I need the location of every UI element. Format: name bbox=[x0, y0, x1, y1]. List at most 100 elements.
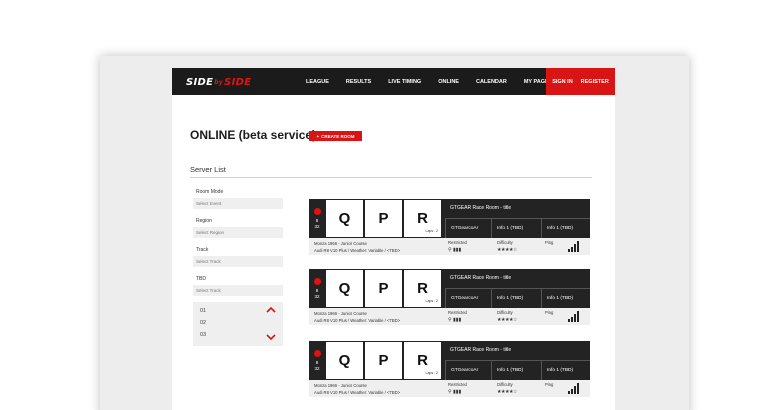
room-card-footer: Monza 1966 - Junior Course Audi R8 V10 P… bbox=[309, 380, 590, 397]
race-label: R bbox=[417, 352, 428, 369]
room-title: GTGEAR Race Room - title bbox=[450, 347, 512, 353]
player-count-max: 32 bbox=[314, 293, 320, 299]
section-divider bbox=[190, 177, 592, 178]
player-count: 8 32 bbox=[309, 269, 325, 308]
number-stepper-list: 01 02 03 bbox=[193, 302, 283, 346]
site-logo[interactable]: SIDE by SIDE bbox=[186, 75, 251, 89]
nav-league[interactable]: LEAGUE bbox=[306, 79, 329, 85]
laps-count: Laps : 2 bbox=[425, 299, 438, 303]
race-label: R bbox=[417, 210, 428, 227]
list-item[interactable]: 01 bbox=[200, 308, 206, 314]
list-item[interactable]: 02 bbox=[200, 320, 206, 326]
room-host: GTGearcoAr bbox=[445, 219, 491, 238]
restriction-icons: ⚲ ▮▮▮ bbox=[448, 247, 462, 253]
room-info-1: Info 1 (TBD) bbox=[491, 361, 541, 380]
restriction-icons: ⚲ ▮▮▮ bbox=[448, 389, 462, 395]
list-item[interactable]: 03 bbox=[200, 332, 206, 338]
track-info: Monza 1966 - Junior Course Audi R8 V10 P… bbox=[314, 311, 400, 324]
practice-box: P bbox=[365, 342, 403, 379]
difficulty-stars: ★★★★☆ bbox=[497, 247, 517, 253]
restriction-icons: ⚲ ▮▮▮ bbox=[448, 317, 462, 323]
race-label: R bbox=[417, 280, 428, 297]
auth-area: SIGN IN REGISTER bbox=[546, 68, 615, 95]
practice-box: P bbox=[365, 270, 403, 307]
helmet-icon bbox=[313, 349, 321, 357]
difficulty-label: Difficulty bbox=[497, 240, 513, 245]
qualifying-box: Q bbox=[326, 200, 364, 237]
player-count-max: 32 bbox=[314, 223, 320, 229]
track-info: Monza 1966 - Junior Course Audi R8 V10 P… bbox=[314, 241, 400, 254]
room-info-2: Info 1 (TBD) bbox=[541, 289, 590, 308]
player-count: 8 32 bbox=[309, 341, 325, 380]
nav-live-timing[interactable]: LIVE TIMING bbox=[388, 79, 421, 85]
practice-box: P bbox=[365, 200, 403, 237]
chevron-down-icon[interactable] bbox=[266, 333, 276, 341]
filter-label-track: Track bbox=[196, 247, 209, 253]
race-box: R Laps : 2 bbox=[404, 270, 442, 307]
track-info: Monza 1966 - Junior Course Audi R8 V10 P… bbox=[314, 383, 400, 396]
region-select[interactable]: Select Region bbox=[193, 227, 283, 238]
difficulty-stars: ★★★★☆ bbox=[497, 389, 517, 395]
room-card[interactable]: 8 32 Q P R Laps : 2 GTGEAR Race Room - t… bbox=[309, 199, 590, 255]
register-link[interactable]: REGISTER bbox=[581, 79, 609, 85]
room-info-1: Info 1 (TBD) bbox=[491, 219, 541, 238]
room-card[interactable]: 8 32 Q P R Laps : 2 GTGEAR Race Room - t… bbox=[309, 341, 590, 397]
nav-results[interactable]: RESULTS bbox=[346, 79, 371, 85]
room-info-1: Info 1 (TBD) bbox=[491, 289, 541, 308]
filter-label-tbd: TBD bbox=[196, 276, 206, 282]
room-info-2: Info 1 (TBD) bbox=[541, 219, 590, 238]
main-nav: LEAGUE RESULTS LIVE TIMING ONLINE CALEND… bbox=[306, 68, 566, 95]
chevron-up-icon[interactable] bbox=[266, 306, 276, 314]
create-room-label: CREATE ROOM bbox=[321, 133, 355, 139]
helmet-icon bbox=[313, 277, 321, 285]
ping-label: Ping bbox=[545, 240, 554, 245]
room-host: GTGearcoAr bbox=[445, 289, 491, 308]
room-title: GTGEAR Race Room - title bbox=[450, 205, 512, 211]
qualifying-box: Q bbox=[326, 270, 364, 307]
logo-text-by: by bbox=[214, 78, 224, 86]
restricted-label: Restricted bbox=[448, 382, 467, 387]
laps-count: Laps : 2 bbox=[425, 371, 438, 375]
section-title: Server List bbox=[190, 165, 226, 174]
player-count-max: 32 bbox=[314, 365, 320, 371]
qualifying-box: Q bbox=[326, 342, 364, 379]
restricted-label: Restricted bbox=[448, 240, 467, 245]
difficulty-stars: ★★★★☆ bbox=[497, 317, 517, 323]
nav-calendar[interactable]: CALENDAR bbox=[476, 79, 507, 85]
track-select[interactable]: Select Track bbox=[193, 256, 283, 267]
helmet-icon bbox=[313, 207, 321, 215]
logo-text-side: SIDE bbox=[186, 76, 214, 88]
race-box: R Laps : 2 bbox=[404, 200, 442, 237]
logo-text-side-2: SIDE bbox=[224, 76, 252, 88]
laps-count: Laps : 2 bbox=[425, 229, 438, 233]
room-card-footer: Monza 1966 - Junior Course Audi R8 V10 P… bbox=[309, 238, 590, 255]
plus-icon: + bbox=[316, 133, 320, 139]
nav-online[interactable]: ONLINE bbox=[438, 79, 459, 85]
signal-strength-icon bbox=[568, 311, 579, 322]
player-count: 8 32 bbox=[309, 199, 325, 238]
car-weather-info: Audi R8 V10 Plus / Weather: Variable / <… bbox=[314, 317, 401, 323]
nav-my-page[interactable]: MY PAGE bbox=[524, 79, 549, 85]
difficulty-label: Difficulty bbox=[497, 310, 513, 315]
tbd-select[interactable]: Select Track bbox=[193, 285, 283, 296]
room-title: GTGEAR Race Room - title bbox=[450, 275, 512, 281]
create-room-button[interactable]: + CREATE ROOM bbox=[309, 131, 362, 141]
ping-label: Ping bbox=[545, 382, 554, 387]
signal-strength-icon bbox=[568, 241, 579, 252]
room-card-footer: Monza 1966 - Junior Course Audi R8 V10 P… bbox=[309, 308, 590, 325]
race-box: R Laps : 2 bbox=[404, 342, 442, 379]
room-host: GTGearcoAr bbox=[445, 361, 491, 380]
room-mode-select[interactable]: Select Event bbox=[193, 198, 283, 209]
sign-in-link[interactable]: SIGN IN bbox=[552, 79, 572, 85]
room-card[interactable]: 8 32 Q P R Laps : 2 GTGEAR Race Room - t… bbox=[309, 269, 590, 325]
filter-label-region: Region bbox=[196, 218, 212, 224]
difficulty-label: Difficulty bbox=[497, 382, 513, 387]
restricted-label: Restricted bbox=[448, 310, 467, 315]
filter-label-room-mode: Room Mode bbox=[196, 189, 224, 195]
car-weather-info: Audi R8 V10 Plus / Weather: Variable / <… bbox=[314, 247, 401, 253]
signal-strength-icon bbox=[568, 383, 579, 394]
room-info-2: Info 1 (TBD) bbox=[541, 361, 590, 380]
car-weather-info: Audi R8 V10 Plus / Weather: Variable / <… bbox=[314, 389, 401, 395]
ping-label: Ping bbox=[545, 310, 554, 315]
page-title: ONLINE (beta service) bbox=[190, 128, 317, 142]
